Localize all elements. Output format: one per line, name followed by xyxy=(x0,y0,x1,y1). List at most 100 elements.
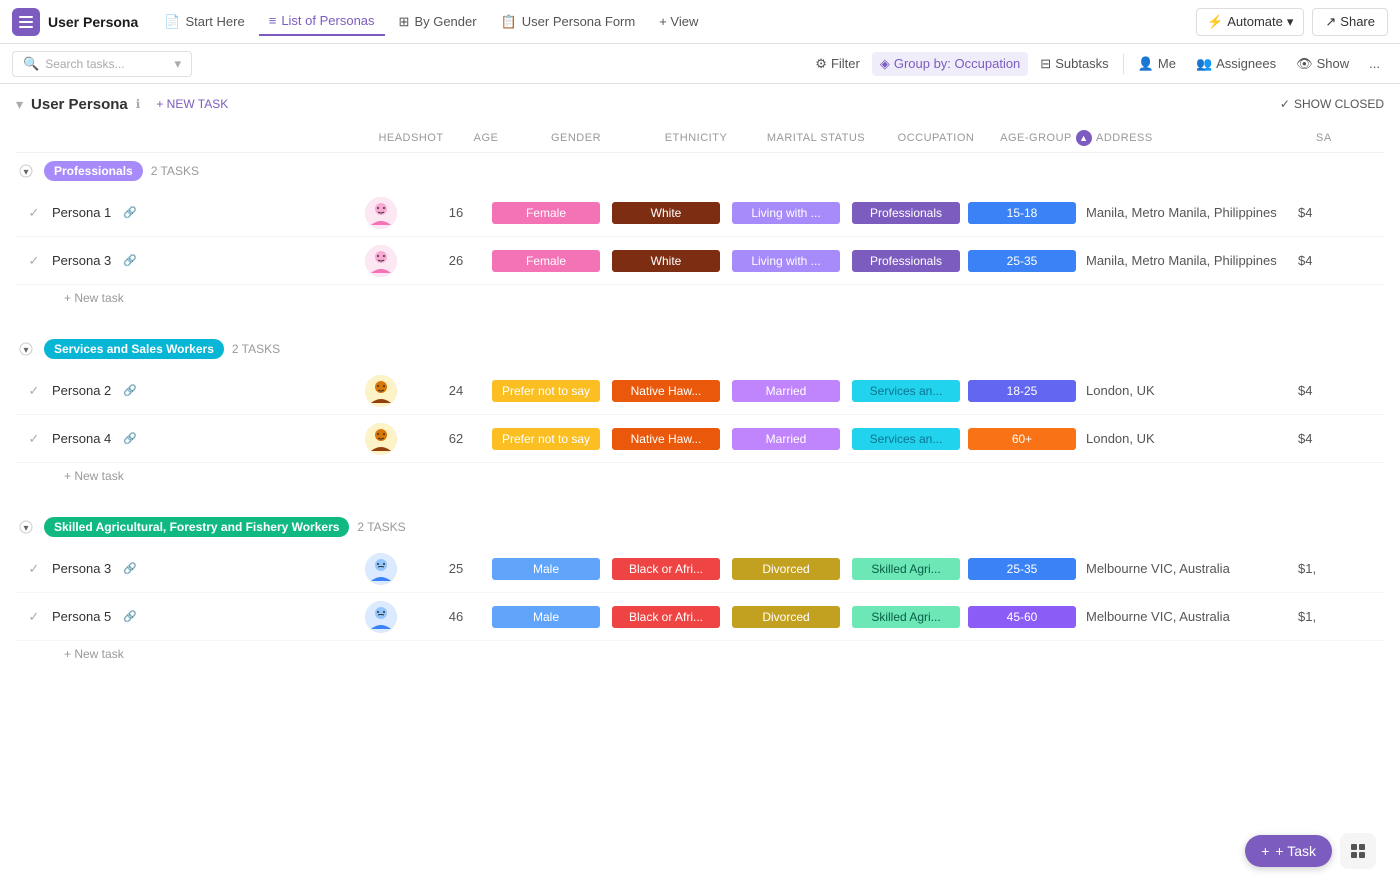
age-group-badge: 45-60 xyxy=(968,606,1076,628)
col-gender-header: GENDER xyxy=(516,132,636,144)
collapse-skilled[interactable]: ▾ xyxy=(16,517,36,537)
ethnicity-badge: White xyxy=(612,202,720,224)
task-headshot xyxy=(336,553,426,585)
automate-button[interactable]: ⚡ Automate ▾ xyxy=(1196,8,1304,36)
group-by-button[interactable]: ◈ Group by: Occupation xyxy=(872,52,1028,76)
toolbar-divider xyxy=(1123,54,1124,74)
ethnicity-badge: White xyxy=(612,250,720,272)
table-row[interactable]: ✓ Persona 3 🔗 26 Female White Living wit… xyxy=(16,237,1384,285)
group-skilled: ▾ Skilled Agricultural, Forestry and Fis… xyxy=(16,509,1384,667)
check-icon[interactable]: ✓ xyxy=(24,559,44,579)
add-view-btn[interactable]: + View xyxy=(649,8,708,35)
link-icon[interactable]: 🔗 xyxy=(123,384,137,397)
gender-badge: Prefer not to say xyxy=(492,380,600,402)
show-closed-button[interactable]: ✓ SHOW CLOSED xyxy=(1280,97,1384,111)
cell-gender: Male xyxy=(486,604,606,630)
cell-gender: Prefer not to say xyxy=(486,426,606,452)
check-icon[interactable]: ✓ xyxy=(24,381,44,401)
new-task-row[interactable]: + New task xyxy=(16,463,1384,489)
cell-age-group: 25-35 xyxy=(966,248,1078,274)
ethnicity-badge: Black or Afri... xyxy=(612,558,720,580)
age-group-badge: 25-35 xyxy=(968,558,1076,580)
tab-start-here[interactable]: 📄 Start Here xyxy=(154,8,254,36)
marital-badge: Living with ... xyxy=(732,250,840,272)
occupation-badge: Skilled Agri... xyxy=(852,606,960,628)
collapse-services[interactable]: ▾ xyxy=(16,339,36,359)
link-icon[interactable]: 🔗 xyxy=(123,562,137,575)
new-task-row[interactable]: + New task xyxy=(16,285,1384,311)
show-button[interactable]: 👁 Show xyxy=(1288,52,1357,76)
occupation-badge: Professionals xyxy=(852,202,960,224)
new-task-row[interactable]: + New task xyxy=(16,641,1384,667)
tab-by-gender[interactable]: ⊞ By Gender xyxy=(389,8,487,36)
collapse-icon[interactable]: ▾ xyxy=(16,96,23,113)
tab-list-of-personas[interactable]: ≡ List of Personas xyxy=(259,7,385,36)
task-age: 24 xyxy=(426,383,486,398)
task-headshot xyxy=(336,245,426,277)
check-icon[interactable]: ✓ xyxy=(24,429,44,449)
sort-icon[interactable]: ▲ xyxy=(1076,130,1092,146)
check-icon[interactable]: ✓ xyxy=(24,203,44,223)
check-icon[interactable]: ✓ xyxy=(24,607,44,627)
cell-ethnicity: White xyxy=(606,200,726,226)
task-name: Persona 2 xyxy=(52,383,111,398)
cell-occupation: Services an... xyxy=(846,426,966,452)
cell-occupation: Skilled Agri... xyxy=(846,556,966,582)
cell-occupation: Skilled Agri... xyxy=(846,604,966,630)
info-icon[interactable]: ℹ xyxy=(136,97,141,111)
ethnicity-badge: Native Haw... xyxy=(612,428,720,450)
table-row[interactable]: ✓ Persona 4 🔗 62 Prefer not to say Nativ… xyxy=(16,415,1384,463)
task-sa: $1, xyxy=(1298,561,1338,576)
table-row[interactable]: ✓ Persona 1 🔗 16 Female White Living wit… xyxy=(16,189,1384,237)
gender-badge: Prefer not to say xyxy=(492,428,600,450)
cell-occupation: Services an... xyxy=(846,378,966,404)
gender-badge: Male xyxy=(492,558,600,580)
task-age: 25 xyxy=(426,561,486,576)
group-label-services: Services and Sales Workers xyxy=(44,339,224,359)
filter-button[interactable]: ⚙ Filter xyxy=(807,52,868,76)
task-sa: $4 xyxy=(1298,253,1338,268)
link-icon[interactable]: 🔗 xyxy=(123,206,137,219)
cell-marital: Divorced xyxy=(726,556,846,582)
top-nav: User Persona 📄 Start Here ≡ List of Pers… xyxy=(0,0,1400,44)
task-address: Manila, Metro Manila, Philippines xyxy=(1078,253,1298,268)
page-header: ▾ User Persona ℹ + NEW TASK ✓ SHOW CLOSE… xyxy=(0,84,1400,124)
gender-badge: Female xyxy=(492,202,600,224)
table-row[interactable]: ✓ Persona 3 🔗 25 Male Black or Afri... D… xyxy=(16,545,1384,593)
person-icon: 👤 xyxy=(1138,56,1154,72)
link-icon[interactable]: 🔗 xyxy=(123,254,137,267)
assignees-button[interactable]: 👥 Assignees xyxy=(1188,52,1284,76)
plus-icon: + xyxy=(1261,843,1269,859)
cell-marital: Divorced xyxy=(726,604,846,630)
page-icon: 📄 xyxy=(164,14,180,30)
subtasks-button[interactable]: ⊟ Subtasks xyxy=(1032,52,1116,76)
task-age: 46 xyxy=(426,609,486,624)
add-task-fab[interactable]: + + Task xyxy=(1245,835,1332,867)
avatar xyxy=(365,553,397,585)
cell-age-group: 45-60 xyxy=(966,604,1078,630)
filter-icon: ⚙ xyxy=(815,56,827,72)
me-button[interactable]: 👤 Me xyxy=(1130,52,1184,76)
task-address: Manila, Metro Manila, Philippines xyxy=(1078,205,1298,220)
table-row[interactable]: ✓ Persona 5 🔗 46 Male Black or Afri... D… xyxy=(16,593,1384,641)
task-check-area: ✓ Persona 2 🔗 xyxy=(16,381,336,401)
search-box[interactable]: 🔍 Search tasks... ▾ xyxy=(12,51,192,77)
check-icon[interactable]: ✓ xyxy=(24,251,44,271)
link-icon[interactable]: 🔗 xyxy=(123,432,137,445)
table-row[interactable]: ✓ Persona 2 🔗 24 Prefer not to say Nativ… xyxy=(16,367,1384,415)
cell-occupation: Professionals xyxy=(846,200,966,226)
new-task-button[interactable]: + NEW TASK xyxy=(148,94,236,114)
cell-marital: Living with ... xyxy=(726,248,846,274)
marital-badge: Married xyxy=(732,428,840,450)
tab-user-persona-form[interactable]: 📋 User Persona Form xyxy=(491,8,646,36)
more-button[interactable]: ... xyxy=(1361,52,1388,75)
avatar xyxy=(365,423,397,455)
share-button[interactable]: ↗ Share xyxy=(1312,8,1388,36)
collapse-professionals[interactable]: ▾ xyxy=(16,161,36,181)
grid-view-btn[interactable] xyxy=(1340,833,1376,869)
group-task-count-skilled: 2 TASKS xyxy=(357,520,405,534)
cell-marital: Living with ... xyxy=(726,200,846,226)
cell-ethnicity: Native Haw... xyxy=(606,426,726,452)
age-group-badge: 60+ xyxy=(968,428,1076,450)
link-icon[interactable]: 🔗 xyxy=(123,610,137,623)
